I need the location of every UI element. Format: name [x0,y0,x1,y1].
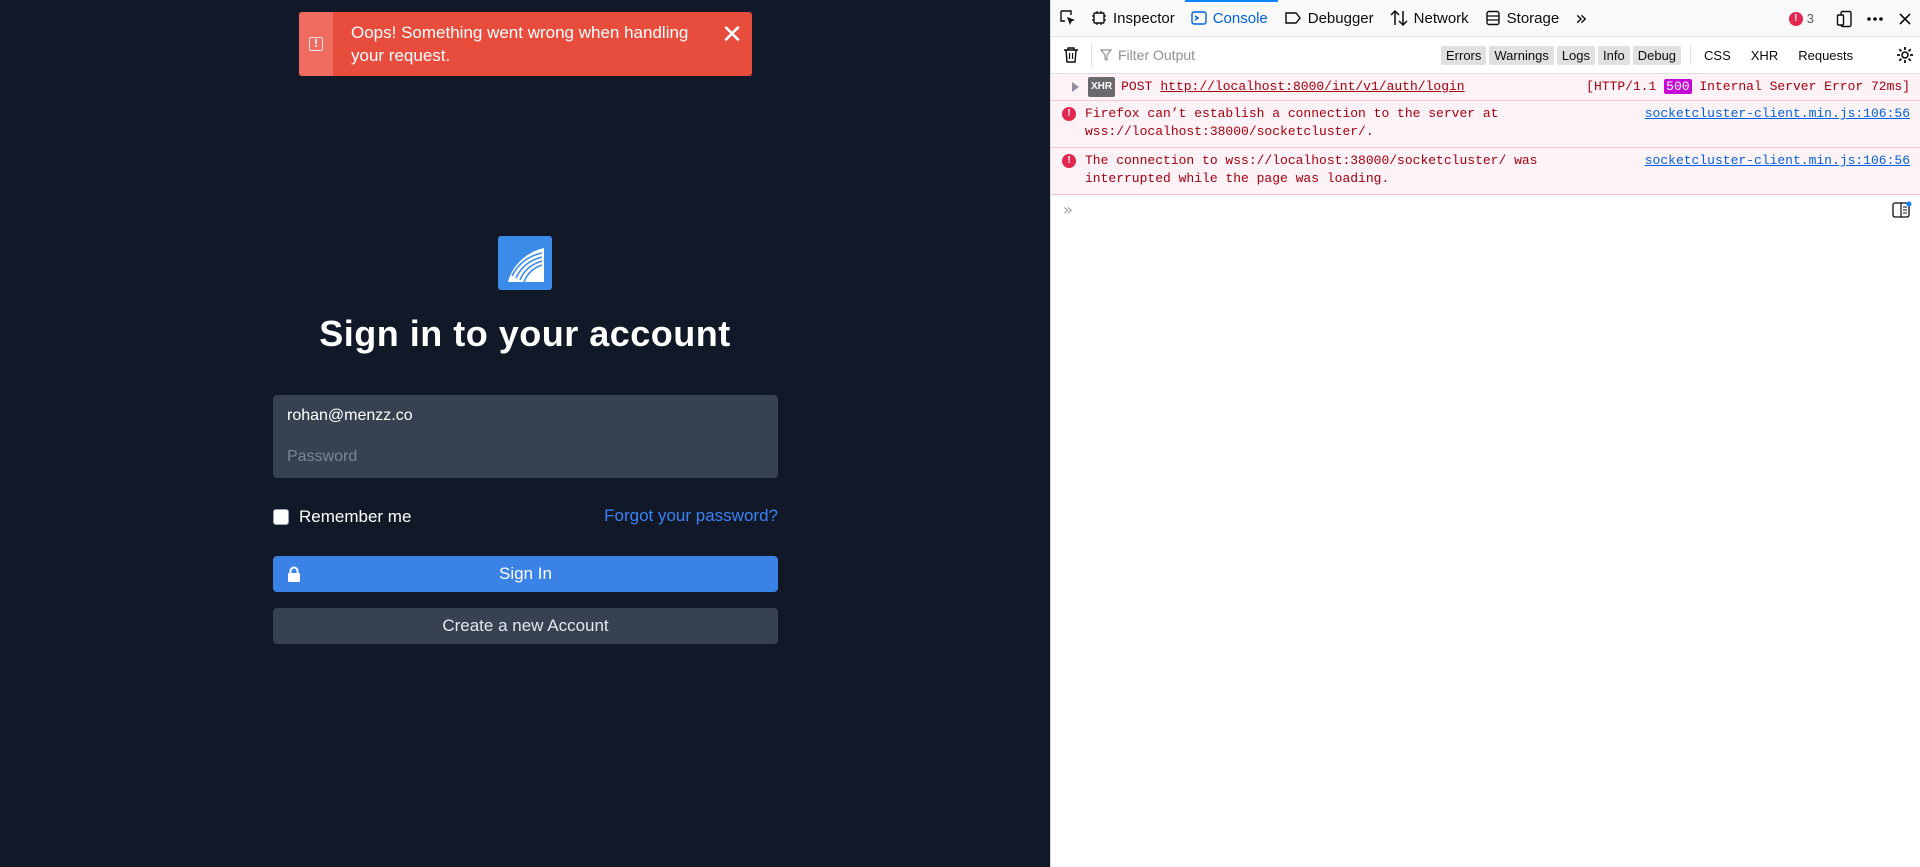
filter-output-input[interactable] [1118,47,1418,63]
filter-warnings-button[interactable]: Warnings [1489,45,1554,65]
inspector-icon [1092,11,1106,25]
close-icon[interactable]: ✕ [712,12,752,76]
element-picker-icon[interactable] [1051,0,1085,37]
console-icon [1191,11,1207,25]
tab-storage[interactable]: Storage [1479,0,1570,37]
filter-requests-button[interactable]: Requests [1793,46,1858,65]
clear-console-icon[interactable] [1051,46,1091,64]
error-text: Firefox can’t establish a connection to … [1085,106,1499,139]
lock-icon [288,566,300,582]
tab-console[interactable]: Console [1184,0,1278,37]
log-level-filters: Errors Warnings Logs Info Debug CSS XHR … [1441,45,1868,65]
forgot-password-link[interactable]: Forgot your password? [604,506,778,526]
filter-debug-button[interactable]: Debug [1632,45,1682,65]
console-input-prompt[interactable]: » [1051,195,1920,223]
remember-checkbox[interactable] [273,509,289,525]
tab-label: Storage [1506,9,1560,27]
console-xhr-message[interactable]: XHR POST http://localhost:8000/int/v1/au… [1051,74,1920,101]
storage-icon [1485,10,1500,26]
error-count-badge[interactable]: ! 3 [1788,11,1814,26]
password-field[interactable] [273,436,778,478]
filter-icon [1100,49,1112,61]
status-prefix: [HTTP/1.1 [1586,79,1665,94]
tab-network[interactable]: Network [1384,0,1479,37]
debugger-icon [1285,12,1301,24]
filter-info-button[interactable]: Info [1598,45,1630,65]
console-error-message[interactable]: ! The connection to wss://localhost:3800… [1051,148,1920,195]
filter-logs-button[interactable]: Logs [1556,45,1596,65]
remember-me: Remember me [273,507,411,527]
error-text: The connection to wss://localhost:38000/… [1085,153,1538,186]
toolbar-right: ! 3 [1788,0,1920,37]
logo-icon [506,248,546,285]
error-icon: ! [1062,154,1076,168]
tab-label: Console [1212,9,1268,27]
devtools-toolbar: Inspector Console Debugger Network Stora… [1051,0,1920,37]
filter-xhr-button[interactable]: XHR [1746,46,1783,65]
tab-debugger[interactable]: Debugger [1278,0,1384,37]
sidebar-toggle-icon[interactable] [1892,201,1912,219]
toast-message: Oops! Something went wrong when handling… [351,23,689,65]
alert-icon: ! [309,37,323,51]
tab-label: Network [1413,9,1469,27]
more-options-icon[interactable] [1860,0,1890,37]
app-logo [498,236,552,290]
console-error-message[interactable]: ! Firefox can’t establish a connection t… [1051,101,1920,148]
divider [1690,45,1692,65]
devtools-panel: Inspector Console Debugger Network Stora… [1050,0,1920,867]
status-code-badge: 500 [1664,79,1692,94]
filter-errors-button[interactable]: Errors [1441,45,1487,65]
request-method: POST [1121,79,1153,94]
error-icon: ! [1788,11,1803,26]
tab-label: Debugger [1307,9,1374,27]
remember-label: Remember me [299,507,412,526]
error-toast: ! Oops! Something went wrong when handli… [299,12,752,76]
status-suffix: Internal Server Error 72ms] [1691,79,1910,94]
error-icon: ! [1062,107,1076,121]
source-location-link[interactable]: socketcluster-client.min.js:106:56 [1645,152,1910,170]
more-tabs-icon[interactable]: » [1569,6,1593,30]
sign-in-button[interactable]: Sign In [273,556,778,592]
tab-inspector[interactable]: Inspector [1085,0,1185,37]
email-field[interactable] [273,395,778,437]
xhr-badge: XHR [1088,77,1116,97]
page-title: Sign in to your account [319,313,731,354]
request-status: [HTTP/1.1 500 Internal Server Error 72ms… [1586,78,1910,96]
prompt-chevron-icon: » [1063,199,1073,219]
network-icon [1390,9,1408,27]
filter-output [1092,47,1422,63]
close-devtools-icon[interactable] [1890,0,1920,37]
console-settings-gear-icon[interactable] [1896,46,1914,69]
source-location-link[interactable]: socketcluster-client.min.js:106:56 [1645,105,1910,123]
console-filter-bar: Errors Warnings Logs Info Debug CSS XHR … [1051,37,1920,74]
login-page: ! Oops! Something went wrong when handli… [0,0,1050,867]
responsive-design-icon[interactable] [1830,0,1860,37]
expand-triangle-icon[interactable] [1070,82,1080,92]
request-url-link[interactable]: http://localhost:8000/int/v1/auth/login [1160,78,1464,96]
toast-icon-box: ! [299,12,333,76]
tab-label: Inspector [1113,9,1175,27]
create-account-button[interactable]: Create a new Account [273,608,778,644]
error-count: 3 [1806,11,1814,26]
sign-in-label: Sign In [499,564,552,583]
filter-css-button[interactable]: CSS [1699,46,1736,65]
